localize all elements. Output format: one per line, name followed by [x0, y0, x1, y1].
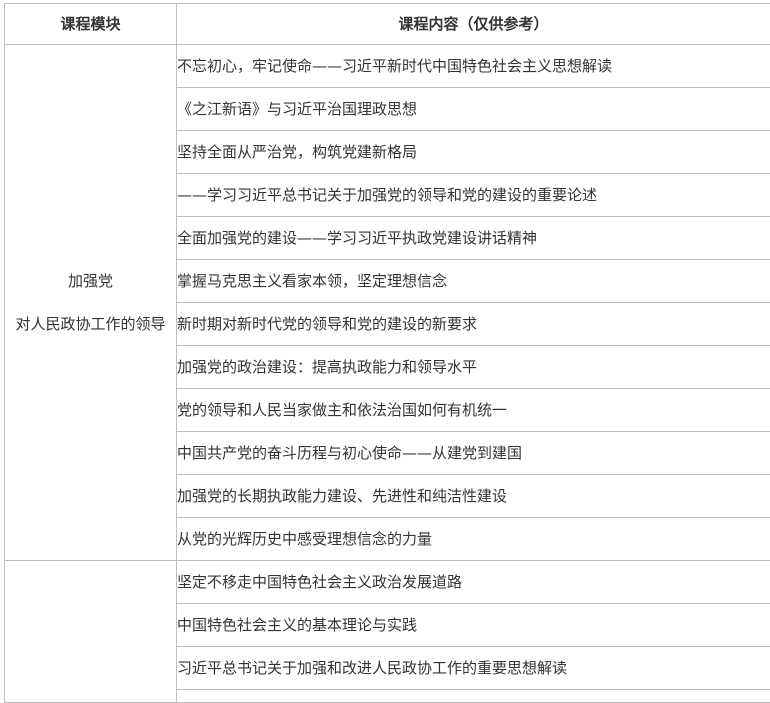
course-content-cell: ——学习习近平总书记关于加强党的领导和党的建设的重要论述 — [177, 174, 770, 217]
course-content-cell: 党的领导和人民当家做主和依法治国如何有机统一 — [177, 389, 770, 432]
course-content-cell: 坚持全面从严治党，构筑党建新格局 — [177, 131, 770, 174]
course-content-cell: 中国特色社会主义的基本理论与实践 — [177, 604, 770, 647]
module-column-header: 课程模块 — [5, 4, 177, 45]
course-table: 课程模块 课程内容（仅供参考） 加强党对人民政协工作的领导不忘初心，牢记使命——… — [4, 3, 770, 703]
table-row: 加强党对人民政协工作的领导不忘初心，牢记使命——习近平新时代中国特色社会主义思想… — [5, 45, 770, 88]
table-row: 坚定不移走中国特色社会主义政治发展道路 — [5, 561, 770, 604]
module-cell: 加强党对人民政协工作的领导 — [5, 45, 177, 561]
course-content-cell: 中国共产党的奋斗历程与初心使命——从建党到建国 — [177, 432, 770, 475]
course-content-cell: 新时期对新时代党的领导和党的建设的新要求 — [177, 303, 770, 346]
course-content-cell: 全面加强党的建设——学习习近平执政党建设讲话精神 — [177, 217, 770, 260]
module-name-line: 加强党 — [5, 271, 176, 292]
course-content-cell: 加强党的政治建设：提高执政能力和领导水平 — [177, 346, 770, 389]
content-column-header: 课程内容（仅供参考） — [177, 4, 770, 45]
module-cell — [5, 561, 177, 703]
course-content-cell: 从党的光辉历史中感受理想信念的力量 — [177, 518, 770, 561]
course-content-cell: 习近平总书记关于加强和改进人民政协工作的重要思想解读 — [177, 647, 770, 690]
course-content-cell: 《之江新语》与习近平治国理政思想 — [177, 88, 770, 131]
empty-content-cell — [177, 690, 770, 703]
course-content-cell: 坚定不移走中国特色社会主义政治发展道路 — [177, 561, 770, 604]
course-content-cell: 掌握马克思主义看家本领，坚定理想信念 — [177, 260, 770, 303]
module-name-line: 对人民政协工作的领导 — [5, 314, 176, 335]
course-content-cell: 不忘初心，牢记使命——习近平新时代中国特色社会主义思想解读 — [177, 45, 770, 88]
header-row: 课程模块 课程内容（仅供参考） — [5, 4, 770, 45]
table-body: 加强党对人民政协工作的领导不忘初心，牢记使命——习近平新时代中国特色社会主义思想… — [5, 45, 770, 703]
course-content-cell: 加强党的长期执政能力建设、先进性和纯洁性建设 — [177, 475, 770, 518]
